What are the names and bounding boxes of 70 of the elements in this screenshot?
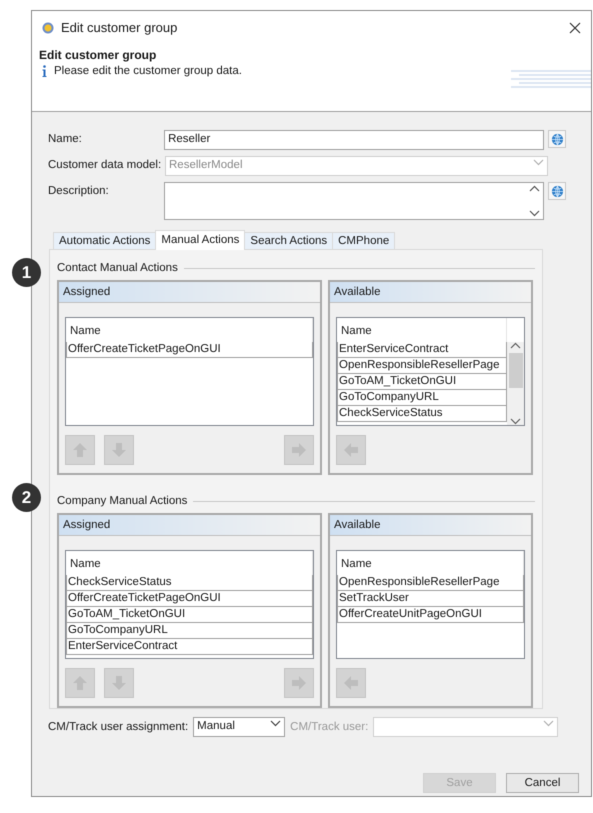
tab[interactable]: Manual Actions (155, 230, 246, 250)
move-up-button[interactable] (65, 668, 95, 698)
chevron-down-icon (510, 418, 521, 425)
dialog-button[interactable]: Cancel (506, 773, 579, 793)
column-header[interactable]: Name (66, 318, 313, 342)
list-item[interactable]: GoToAM_TicketOnGUI (66, 607, 313, 623)
tab[interactable]: Search Actions (244, 232, 334, 250)
remove-button[interactable] (284, 435, 314, 465)
move-down-button[interactable] (104, 668, 134, 698)
translate-button[interactable] (548, 130, 566, 148)
chevron-down-icon (543, 720, 554, 727)
translate-button[interactable] (548, 182, 566, 200)
field-label: Description: (48, 184, 110, 197)
section-title: Company Manual Actions (57, 495, 188, 507)
app-icon (42, 22, 54, 34)
globe-icon (550, 184, 564, 198)
tab[interactable]: Automatic Actions (53, 232, 156, 250)
add-button[interactable] (336, 435, 366, 465)
assignment-dropdown[interactable]: Manual (193, 717, 286, 737)
scrollbar[interactable] (507, 342, 524, 425)
header-message: Please edit the customer group data. (54, 65, 242, 77)
list-item[interactable]: GoToCompanyURL (66, 623, 313, 639)
field-label: Customer data model: (48, 158, 161, 171)
track-user-dropdown[interactable] (373, 717, 558, 737)
chevron-up-icon (510, 342, 521, 349)
list-item[interactable]: GoToCompanyURL (337, 390, 507, 406)
panel-title: Available (330, 515, 531, 536)
list-item[interactable]: OfferCreateTicketPageOnGUI (66, 342, 313, 358)
close-icon[interactable] (569, 22, 581, 34)
list-box[interactable]: Name EnterServiceContract OpenResponsibleResellerPage GoToAM_TicketOnGUI GoToCompanyURL CheckServiceStatus (336, 317, 525, 426)
field-label: CM/Track user: (290, 721, 368, 733)
list-item[interactable]: OfferCreateUnitPageOnGUI (337, 607, 524, 623)
globe-icon (550, 132, 564, 146)
list-item[interactable]: GoToAM_TicketOnGUI (337, 374, 507, 390)
column-header[interactable]: Name (337, 551, 524, 575)
panel-title: Assigned (59, 515, 320, 536)
name-field[interactable]: Reseller (164, 130, 544, 150)
section-title: Contact Manual Actions (57, 262, 178, 274)
list-item[interactable]: OpenResponsibleResellerPage (337, 358, 507, 374)
description-field[interactable] (164, 182, 544, 220)
list-item[interactable]: CheckServiceStatus (337, 406, 507, 422)
field-label: CM/Track user assignment: (48, 721, 188, 733)
list-box[interactable]: Name OfferCreateTicketPageOnGUI (65, 317, 314, 426)
callout-badge: 1 (12, 258, 41, 287)
field-label: Name: (48, 132, 83, 145)
list-box[interactable]: Name CheckServiceStatus OfferCreateTicketPageOnGUI GoToAM_TicketOnGUI GoToCompanyURL EnterServiceContract (65, 550, 314, 659)
add-button[interactable] (336, 668, 366, 698)
list-box[interactable]: Name OpenResponsibleResellerPage SetTrackUser OfferCreateUnitPageOnGUI (336, 550, 525, 659)
chevron-down-icon (533, 159, 544, 166)
tab[interactable]: CMPhone (332, 232, 396, 250)
list-item[interactable]: CheckServiceStatus (66, 575, 313, 591)
list-item[interactable]: EnterServiceContract (337, 342, 507, 358)
info-icon (42, 65, 47, 77)
panel-title: Available (330, 282, 531, 303)
chevron-up-icon (529, 185, 540, 192)
move-down-button[interactable] (104, 435, 134, 465)
remove-button[interactable] (284, 668, 314, 698)
window-title: Edit customer group (61, 20, 178, 35)
panel-title: Assigned (59, 282, 320, 303)
list-item[interactable]: SetTrackUser (337, 591, 524, 607)
column-header[interactable]: Name (337, 318, 507, 342)
column-header[interactable]: Name (66, 551, 313, 575)
chevron-down-icon (270, 720, 282, 727)
list-item[interactable]: EnterServiceContract (66, 639, 313, 655)
callout-badge: 2 (12, 483, 41, 512)
list-item[interactable]: OpenResponsibleResellerPage (337, 575, 524, 591)
list-item[interactable]: OfferCreateTicketPageOnGUI (66, 591, 313, 607)
header-title: Edit customer group (39, 48, 158, 62)
move-up-button[interactable] (65, 435, 95, 465)
chevron-down-icon (529, 210, 540, 217)
